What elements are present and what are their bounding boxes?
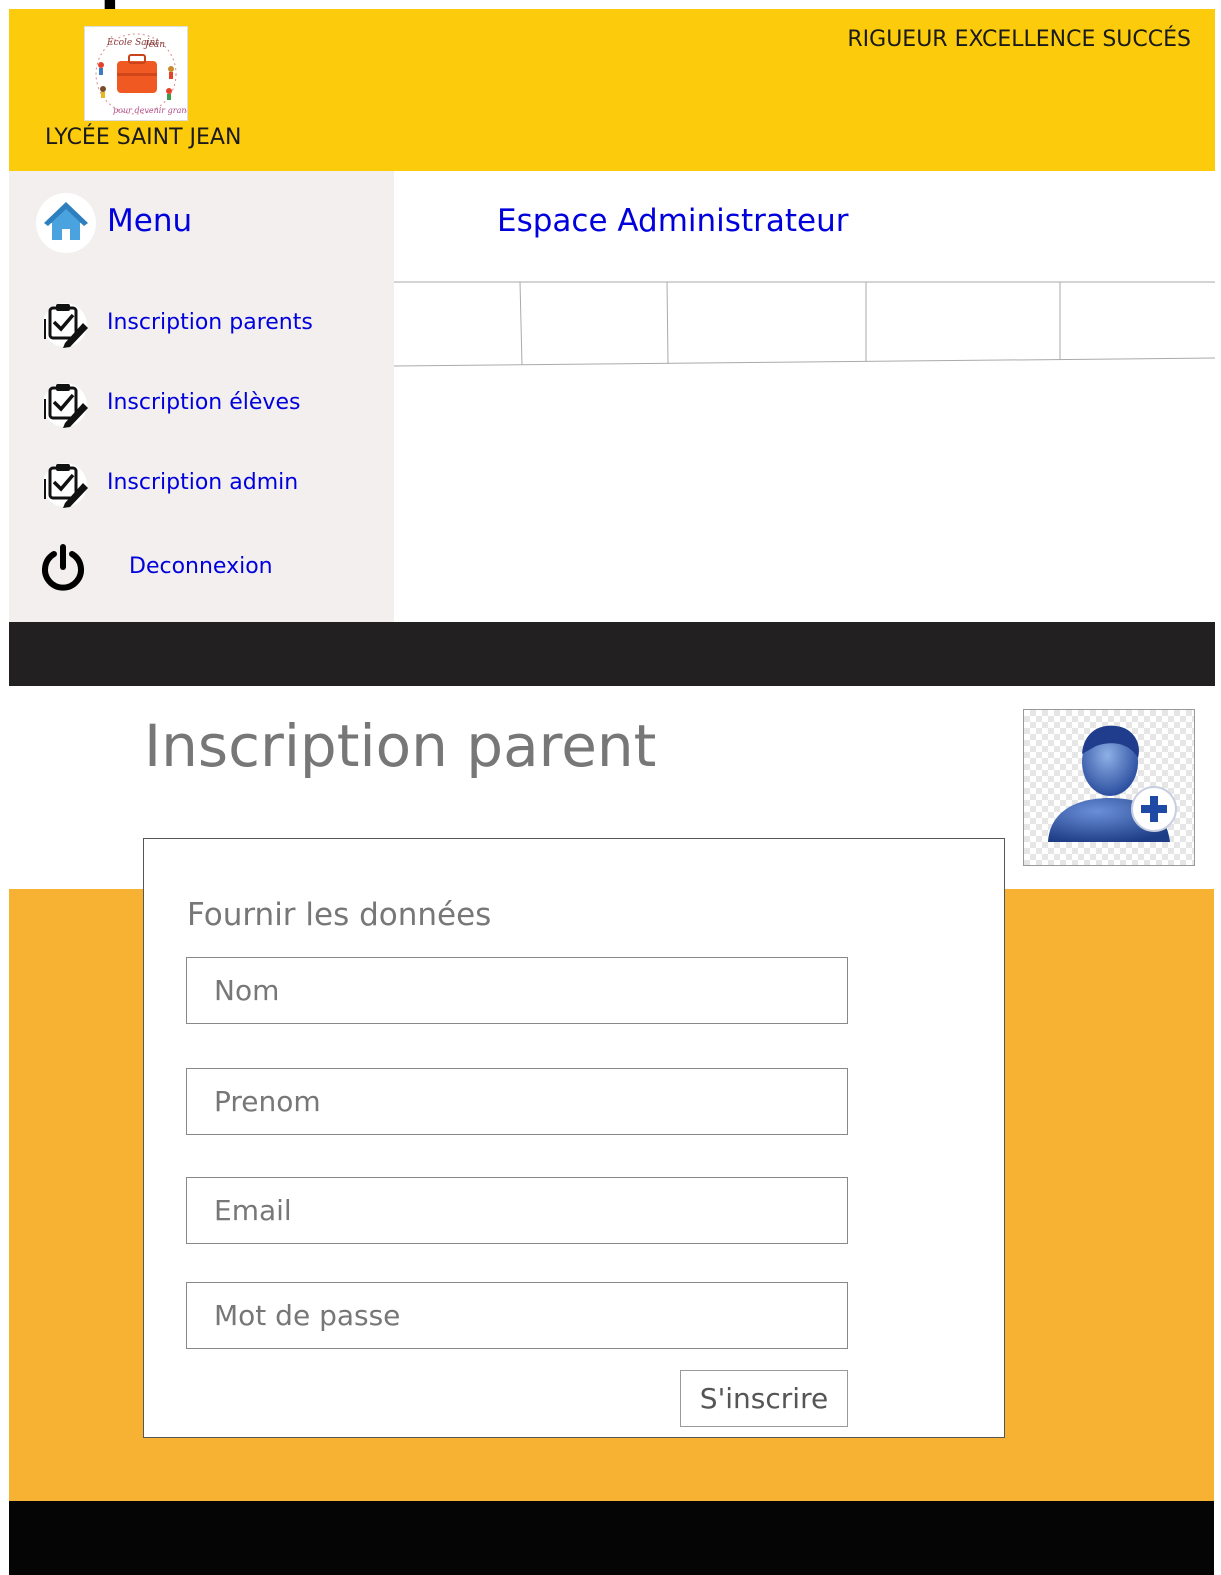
add-user-icon	[1048, 725, 1177, 842]
school-motto: RIGUEUR EXCELLENCE SUCCÉS	[847, 27, 1191, 52]
sidebar-item-inscription-parents[interactable]: Inscription parents	[37, 299, 377, 349]
sidebar-item-inscription-eleves[interactable]: Inscription élèves	[37, 379, 377, 429]
sidebar-item-label: Inscription élèves	[107, 390, 301, 415]
svg-text:Jean: Jean	[143, 40, 165, 50]
form-title: Inscription parent	[144, 712, 657, 780]
clipboard-check-icon	[43, 463, 88, 508]
registration-card: Fournir les données S'inscrire	[143, 838, 1005, 1438]
home-icon	[44, 202, 88, 240]
empty-table-grid	[394, 281, 1215, 367]
home-button[interactable]	[36, 193, 96, 253]
clipboard-check-icon	[43, 303, 88, 348]
sidebar-item-label: Inscription admin	[107, 470, 299, 495]
admin-space-heading: Espace Administrateur	[497, 203, 849, 239]
dark-divider-bar	[9, 622, 1215, 686]
svg-text:pour devenir grand: pour devenir grand	[113, 106, 187, 115]
school-briefcase-logo-icon: École Saint Jean pour devenir grand	[95, 33, 192, 115]
submit-button[interactable]: S'inscrire	[680, 1370, 848, 1427]
sidebar-item-deconnexion[interactable]: Deconnexion	[37, 541, 377, 591]
school-name: LYCÉE SAINT JEAN	[45, 125, 242, 150]
footer-bar	[9, 1501, 1214, 1575]
top-header: École Saint Jean pour devenir grand LYCÉ…	[9, 9, 1215, 171]
sidebar-item-label: Deconnexion	[129, 554, 273, 579]
sidebar: Menu Inscription parents Inscription élè…	[9, 171, 394, 622]
nom-field[interactable]	[186, 957, 848, 1024]
menu-title: Menu	[107, 203, 193, 239]
email-field[interactable]	[186, 1177, 848, 1244]
school-logo[interactable]: École Saint Jean pour devenir grand	[84, 26, 192, 121]
password-field[interactable]	[186, 1282, 848, 1349]
prenom-field[interactable]	[186, 1068, 848, 1135]
page: p École Saint Jean pour devenir grand LY…	[0, 0, 1221, 1575]
form-subtitle: Fournir les données	[187, 897, 492, 933]
power-icon	[42, 544, 84, 591]
sidebar-item-label: Inscription parents	[107, 310, 313, 335]
sidebar-item-inscription-admin[interactable]: Inscription admin	[37, 459, 377, 509]
add-user-avatar[interactable]	[1023, 709, 1195, 866]
clipboard-check-icon	[43, 383, 88, 428]
